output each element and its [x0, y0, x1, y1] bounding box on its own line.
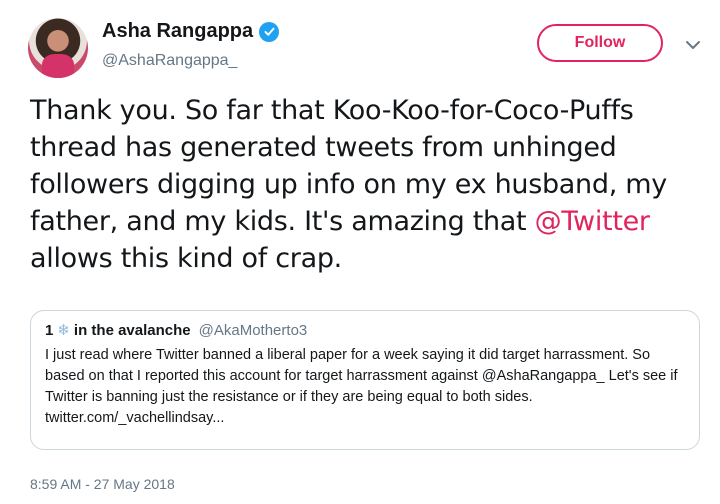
verified-badge-icon	[259, 21, 280, 42]
quoted-tweet-text: I just read where Twitter banned a liber…	[45, 347, 678, 426]
quoted-display-name: in the avalanche	[73, 322, 191, 339]
quoted-name-prefix: 1	[45, 322, 54, 339]
quoted-handle: @AkaMotherto3	[198, 322, 308, 339]
twitter-mention-link[interactable]: @Twitter	[535, 206, 650, 237]
tweet-header: Asha Rangappa @AshaRangappa_ Follow	[22, 14, 702, 84]
snowflake-icon: ❄	[57, 322, 70, 339]
tweet-timestamp[interactable]: 8:59 AM - 27 May 2018	[30, 476, 175, 492]
quoted-tweet-header: 1 ❄ in the avalanche @AkaMotherto3	[45, 321, 685, 339]
quoted-tweet[interactable]: 1 ❄ in the avalanche @AkaMotherto3 I jus…	[30, 310, 700, 450]
author-display-name[interactable]: Asha Rangappa	[102, 20, 253, 43]
tweet-text-after: allows this kind of crap.	[30, 243, 342, 274]
author-handle[interactable]: @AshaRangappa_	[102, 52, 237, 70]
chevron-down-icon[interactable]	[684, 36, 702, 54]
author-name-row[interactable]: Asha Rangappa	[102, 20, 280, 43]
follow-button[interactable]: Follow	[537, 24, 663, 62]
avatar[interactable]	[28, 18, 88, 78]
tweet-text: Thank you. So far that Koo-Koo-for-Coco-…	[30, 92, 700, 277]
